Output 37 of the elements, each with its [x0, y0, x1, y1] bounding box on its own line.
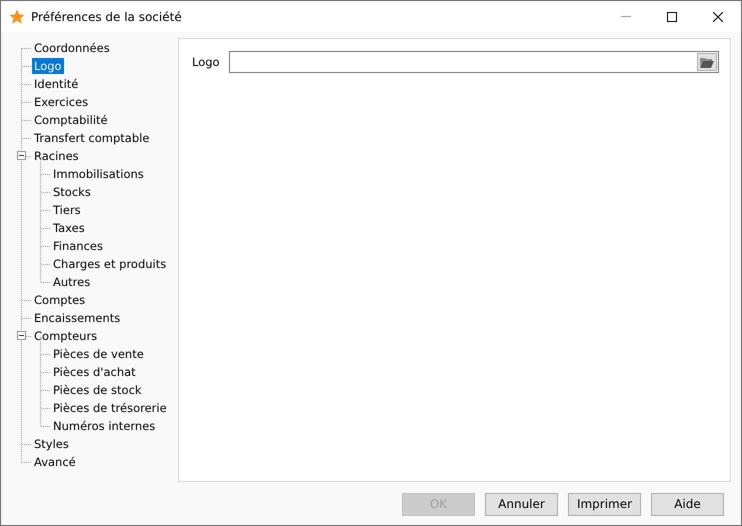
tree-item[interactable]: Exercices	[32, 94, 90, 110]
window-title: Préférences de la société	[31, 10, 183, 24]
dialog-button[interactable]: Annuler	[485, 492, 558, 516]
tree-item[interactable]: Finances	[51, 238, 105, 254]
tree-item[interactable]: Racines	[32, 148, 81, 164]
tree-item[interactable]: Styles	[32, 436, 71, 452]
tree-item[interactable]: Comptabilité	[32, 112, 110, 128]
tree-item[interactable]: Stocks	[51, 184, 93, 200]
tree-item[interactable]: Charges et produits	[51, 256, 168, 272]
tree-item[interactable]: Numéros internes	[51, 418, 158, 434]
close-icon[interactable]	[713, 12, 723, 22]
collapse-toggle[interactable]	[17, 331, 26, 340]
tree-item[interactable]: Comptes	[32, 292, 88, 308]
tree-item[interactable]: Coordonnées	[32, 40, 112, 56]
logo-field[interactable]	[228, 51, 719, 73]
dialog-button[interactable]: Imprimer	[568, 492, 641, 516]
tree-item[interactable]: Immobilisations	[51, 166, 146, 182]
field-label: Logo	[192, 55, 220, 69]
star-icon	[9, 8, 25, 24]
folder-icon	[700, 56, 714, 68]
tree-item[interactable]: Compteurs	[32, 328, 100, 344]
collapse-toggle[interactable]	[17, 151, 26, 160]
tree-item[interactable]: Logo	[32, 58, 64, 74]
dialog-button[interactable]: Aide	[651, 492, 724, 516]
tree-item[interactable]: Avancé	[32, 454, 78, 470]
maximize-icon[interactable]	[667, 12, 677, 22]
tree-item[interactable]: Taxes	[51, 220, 87, 236]
tree-item[interactable]: Identité	[32, 76, 80, 92]
tree-item[interactable]: Pièces de vente	[51, 346, 146, 362]
tree-item[interactable]: Autres	[51, 274, 92, 290]
tree-item[interactable]: Pièces de stock	[51, 382, 144, 398]
tree-item[interactable]: Pièces d'achat	[51, 364, 138, 380]
tree-item[interactable]: Tiers	[51, 202, 83, 218]
tree-item[interactable]: Transfert comptable	[32, 130, 152, 146]
browse-button[interactable]	[697, 53, 717, 71]
tree-item[interactable]: Encaissements	[32, 310, 122, 326]
tree-item[interactable]: Pièces de trésorerie	[51, 400, 169, 416]
